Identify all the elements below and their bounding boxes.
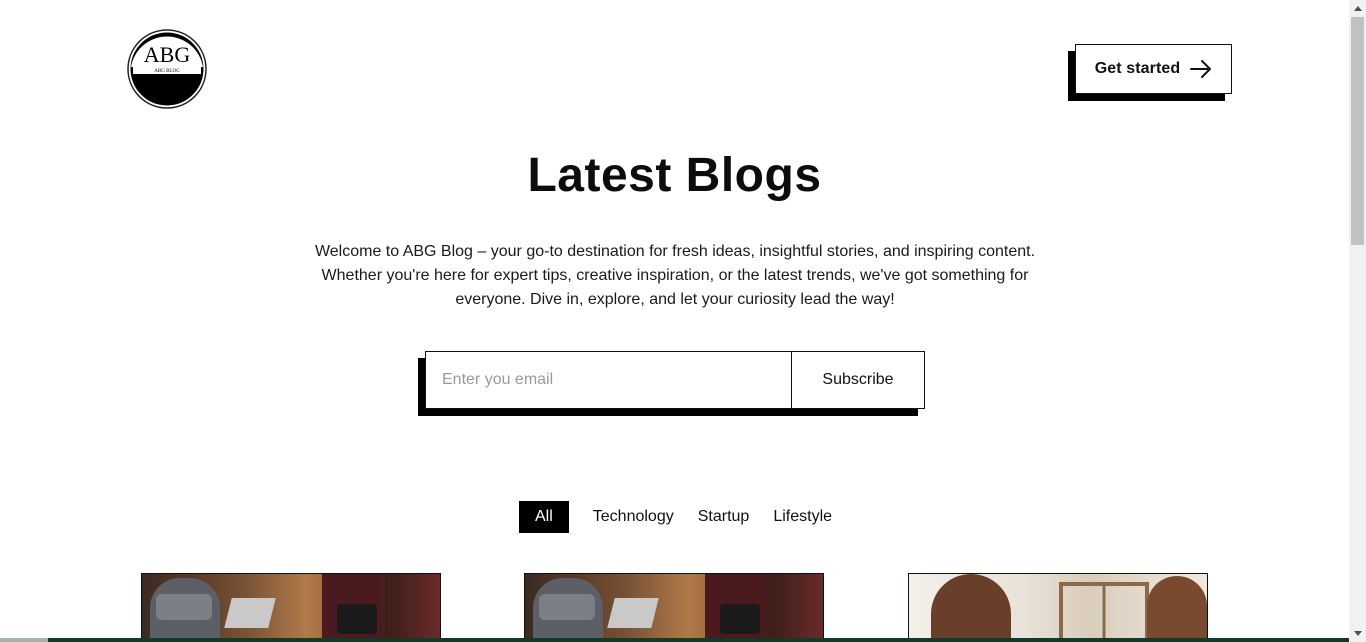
blog-card[interactable]: [524, 573, 824, 642]
blog-card-image: [525, 574, 823, 642]
subscribe-button[interactable]: Subscribe: [791, 352, 924, 408]
vertical-scrollbar[interactable]: [1349, 0, 1366, 642]
abg-blog-logo[interactable]: ABG ABG BLOG: [127, 29, 207, 109]
page: ABG ABG BLOG Get started Latest Blogs We…: [0, 0, 1349, 642]
arrow-right-icon: [1190, 60, 1212, 78]
get-started-button[interactable]: Get started: [1075, 44, 1232, 94]
filter-technology[interactable]: Technology: [581, 501, 686, 533]
page-title: Latest Blogs: [527, 149, 822, 202]
blog-card-image: [142, 574, 440, 642]
scroll-down-button[interactable]: [1349, 625, 1366, 642]
scroll-up-button[interactable]: [1349, 0, 1366, 17]
filter-all[interactable]: All: [519, 501, 569, 533]
scroll-thumb[interactable]: [1351, 17, 1364, 245]
bottom-progress-segment: [0, 638, 48, 642]
blog-card[interactable]: [908, 573, 1208, 642]
category-filters: All Technology Startup Lifestyle: [519, 501, 844, 533]
subscribe-form: Subscribe: [425, 351, 925, 409]
intro-description: Welcome to ABG Blog – your go-to destina…: [314, 243, 1036, 308]
chevron-down-icon: [1353, 631, 1362, 636]
email-input[interactable]: [426, 352, 791, 408]
svg-text:ABG: ABG: [144, 42, 191, 67]
filter-lifestyle[interactable]: Lifestyle: [761, 501, 844, 533]
get-started-label: Get started: [1094, 60, 1181, 77]
blog-card-image: [909, 574, 1207, 642]
bottom-progress-bar: [0, 638, 1349, 642]
filter-startup[interactable]: Startup: [686, 501, 762, 533]
chevron-up-icon: [1353, 6, 1362, 11]
svg-text:ABG BLOG: ABG BLOG: [154, 69, 180, 74]
blog-card[interactable]: [141, 573, 441, 642]
